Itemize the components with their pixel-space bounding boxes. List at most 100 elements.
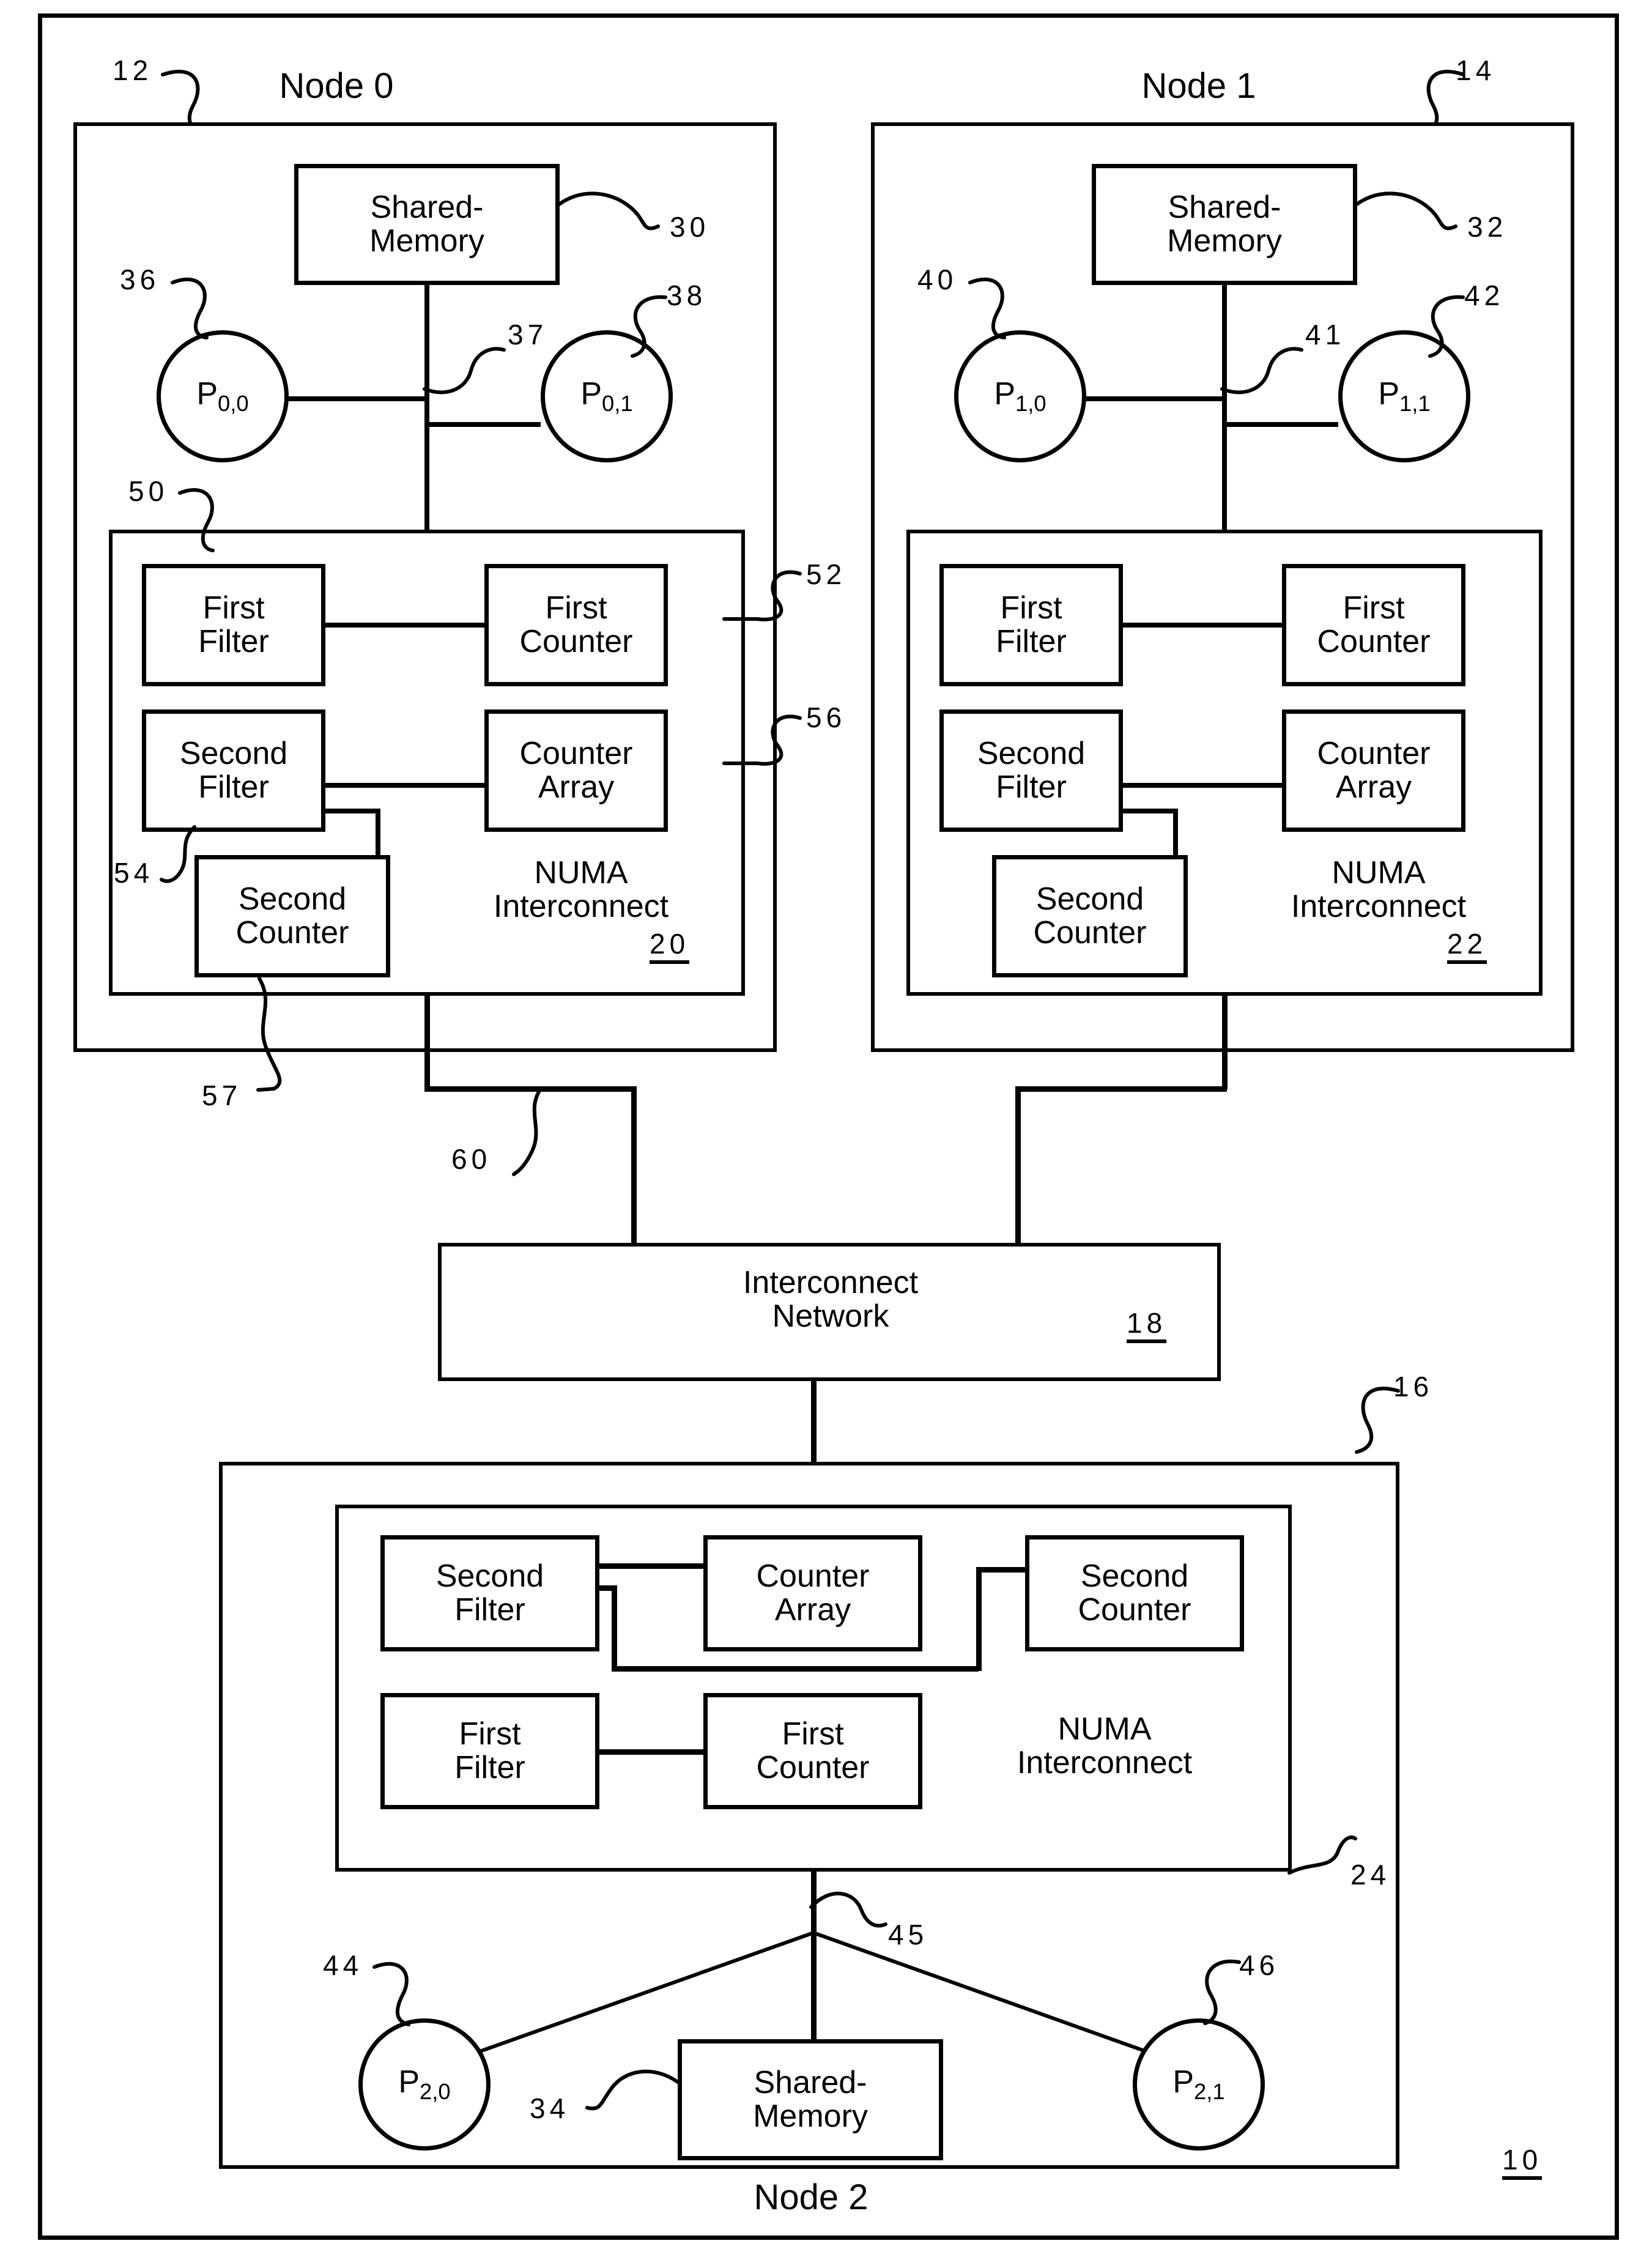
node-1-ff-fc-link	[1123, 623, 1282, 628]
node-0-title: Node 0	[279, 66, 394, 106]
processor-P11-sub: 1,1	[1399, 390, 1431, 416]
node-0-ref: 12	[113, 54, 153, 86]
processor-P10-base: P	[994, 376, 1016, 412]
figure-number: 10	[1502, 2146, 1543, 2180]
node-1-second-filter: Second Filter	[939, 709, 1123, 832]
node-0-first-counter: First Counter	[484, 564, 668, 686]
node-0-sf-sc-link-v	[376, 809, 380, 856]
node-0-downlink-v2	[631, 1086, 637, 1247]
node-1-counter-array-label: Counter Array	[1317, 735, 1431, 805]
node-2-sf-loop-v	[612, 1585, 617, 1671]
node-2-numa-ref: 24	[1350, 1859, 1391, 1891]
node-1-counter-array: Counter Array	[1282, 709, 1465, 832]
node-2-second-counter: Second Counter	[1025, 1535, 1244, 1651]
processor-P00-ref: 36	[120, 264, 160, 295]
node-2-second-filter: Second Filter	[380, 1535, 599, 1651]
network-to-node2-link	[811, 1381, 817, 1468]
node-0-shared-memory-ref: 30	[670, 211, 710, 243]
node-0-counter-array-label: Counter Array	[519, 735, 633, 805]
processor-P11: P1,1	[1338, 330, 1470, 462]
node-2-shared-memory: Shared- Memory	[678, 2039, 943, 2160]
node-1-numa-title: NUMA Interconnect	[1291, 855, 1467, 925]
node-1-second-counter: Second Counter	[992, 855, 1188, 977]
node-0-counter-array: Counter Array	[484, 709, 668, 832]
node-1-memory-bus	[1222, 285, 1227, 438]
node-2-title: Node 2	[754, 2177, 869, 2217]
processor-P20-ref: 44	[323, 1949, 363, 1981]
node-1-title: Node 1	[1141, 66, 1256, 106]
node-0-first-filter-label: First Filter	[198, 590, 269, 659]
node-0-bus-down	[424, 422, 429, 542]
node-0-first-counter-label: First Counter	[519, 590, 633, 659]
node-0-second-counter: Second Counter	[194, 855, 390, 977]
node-1-downlink-v2	[1015, 1086, 1021, 1247]
node-1-second-filter-label: Second Filter	[977, 735, 1086, 805]
node-2-bus-ref: 45	[888, 1919, 928, 1951]
node-2-sf-ca-link	[599, 1563, 703, 1569]
processor-P00-base: P	[196, 376, 218, 412]
node-2-bus-v	[811, 1872, 817, 2049]
node-1-bus-ref: 41	[1305, 319, 1346, 350]
node-0-sf-sc-link-h	[325, 809, 380, 813]
processor-P10: P1,0	[954, 330, 1086, 462]
processor-P21: P2,1	[1133, 2018, 1265, 2151]
processor-P01-ref: 38	[667, 280, 707, 311]
processor-P10-sub: 1,0	[1015, 390, 1046, 416]
node-0-second-counter-ref: 57	[202, 1080, 242, 1111]
processor-P10-ref: 40	[917, 264, 958, 295]
node-1-downlink-v1	[1222, 996, 1228, 1089]
node-0-downlink-v1	[424, 996, 430, 1089]
node-1-shared-memory-label: Shared- Memory	[1167, 189, 1282, 259]
node-0-numa-number: 20	[650, 930, 690, 964]
node-1-bus-down	[1222, 422, 1227, 542]
processor-P11-ref: 42	[1464, 280, 1505, 311]
node-2-ca-sc-link-top	[976, 1567, 1026, 1573]
node-2-sf-loop-h	[612, 1666, 979, 1672]
processor-P20-base: P	[398, 2064, 420, 2100]
node-2-counter-array-label: Counter Array	[756, 1558, 870, 1628]
processor-P01-sub: 0,1	[602, 390, 633, 416]
node-1-first-counter: First Counter	[1282, 564, 1465, 686]
processor-P11-base: P	[1378, 376, 1400, 412]
processor-P21-sub: 2,1	[1194, 2078, 1225, 2104]
node-0-sf-ca-link	[325, 783, 484, 788]
node-2-first-counter-label: First Counter	[756, 1716, 870, 1785]
node-2-second-counter-label: Second Counter	[1078, 1558, 1191, 1628]
node-0-memory-bus	[424, 285, 429, 438]
node-0-downlink-h	[424, 1086, 636, 1092]
node-1-second-counter-label: Second Counter	[1033, 881, 1147, 950]
node-2-ref: 16	[1393, 1371, 1434, 1402]
node-2-counter-array: Counter Array	[703, 1535, 922, 1651]
node-2-shared-memory-ref: 34	[530, 2092, 570, 2124]
node-0-second-filter-ref: 54	[114, 857, 154, 889]
patent-figure: Node 0 12 Shared- Memory 30 37 P0,0 36 P…	[0, 0, 1652, 2260]
node-1-sf-sc-link-v	[1173, 809, 1178, 856]
node-2-ff-fc-link	[599, 1749, 703, 1755]
processor-P21-base: P	[1172, 2064, 1195, 2100]
node-1-numa-number: 22	[1447, 930, 1487, 964]
node-1-shared-memory: Shared- Memory	[1092, 164, 1357, 285]
node-0-first-filter: First Filter	[142, 564, 325, 686]
node-0-second-filter-label: Second Filter	[179, 735, 288, 805]
node-1-downlink-h	[1015, 1086, 1227, 1092]
node-0-bus-right	[424, 422, 541, 427]
node-0-second-counter-label: Second Counter	[235, 881, 349, 950]
node-2-second-filter-label: Second Filter	[435, 1558, 544, 1628]
processor-P20-sub: 2,0	[420, 2078, 451, 2104]
node-0-shared-memory-label: Shared- Memory	[369, 189, 484, 259]
processor-P00-sub: 0,0	[218, 390, 249, 416]
node-2-sf-loop-stub	[599, 1585, 617, 1591]
node-0-first-counter-ref: 52	[806, 558, 846, 590]
node-2-first-filter-label: First Filter	[454, 1716, 525, 1785]
node-2-first-counter: First Counter	[703, 1693, 922, 1809]
node-0-ff-fc-link	[325, 623, 484, 628]
processor-P21-ref: 46	[1239, 1949, 1280, 1981]
node-0-bus-ref: 37	[508, 319, 548, 350]
node-1-ref: 14	[1456, 54, 1496, 86]
node-2-shared-memory-label: Shared- Memory	[753, 2064, 868, 2134]
processor-P00: P0,0	[157, 330, 289, 462]
node-0-counter-array-ref: 56	[806, 702, 846, 733]
node-1-first-filter: First Filter	[939, 564, 1123, 686]
node-0-shared-memory: Shared- Memory	[294, 164, 560, 285]
interconnect-network-label: Interconnect Network	[743, 1265, 919, 1335]
